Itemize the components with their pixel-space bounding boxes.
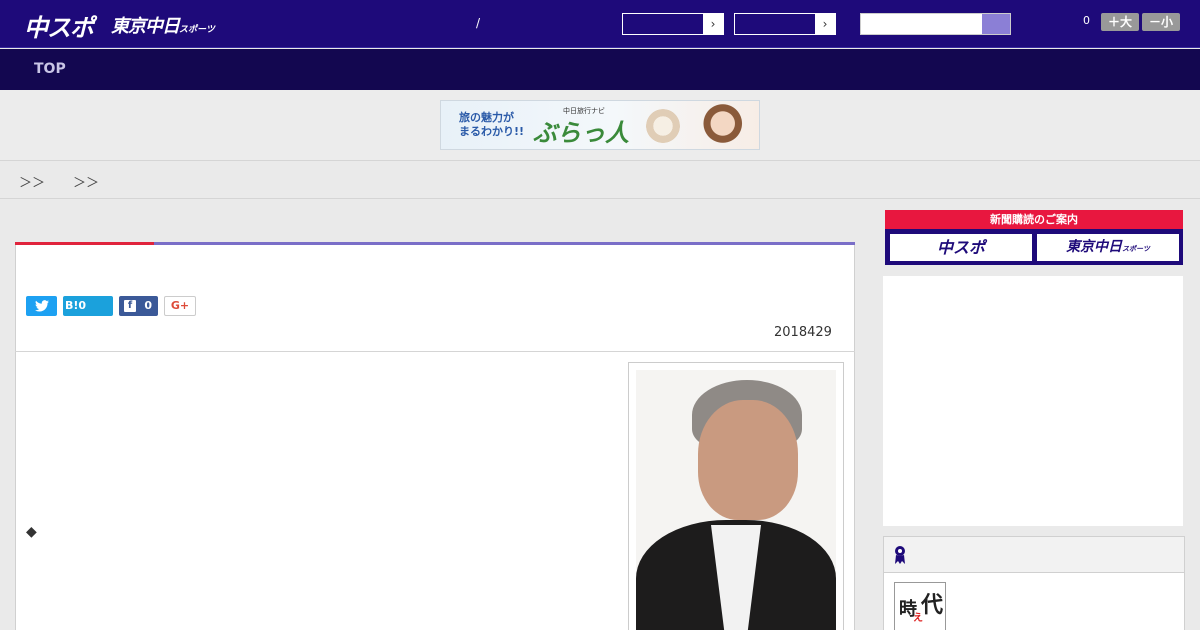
facebook-icon: f	[124, 300, 136, 312]
banner-brand: ぶらっ人	[533, 119, 629, 147]
twitter-share-button[interactable]	[26, 296, 57, 316]
facebook-share-button[interactable]: f 0	[119, 296, 158, 316]
article-divider	[15, 351, 855, 352]
twitter-icon	[34, 300, 49, 312]
header-separator: /	[476, 16, 481, 30]
font-size-counter: 0	[1083, 14, 1090, 27]
shell-image	[646, 109, 680, 143]
hatena-bookmark-button[interactable]: B!0	[63, 296, 113, 316]
subscribe-tokyo-sublabel: スポーツ	[1122, 245, 1150, 253]
ranking-thumb-char-2: 代	[921, 592, 944, 618]
article-photo[interactable]	[628, 362, 844, 630]
tokyo-chunichi-logo[interactable]: 東京中日スポーツ	[111, 12, 215, 38]
ribbon-award-icon	[895, 546, 905, 564]
font-larger-button[interactable]: ＋大	[1101, 13, 1139, 31]
ranking-thumbnail[interactable]: 時 え 代	[894, 582, 946, 630]
breadcrumb-separator: ＞＞	[19, 176, 46, 191]
banner-copy: 旅の魅力が まるわかり!!	[459, 111, 524, 139]
banner-area: 旅の魅力が まるわかり!! 中日旅行ナビ ぶらっ人	[0, 90, 1200, 161]
subscribe-chuspo-button[interactable]: 中スポ	[889, 233, 1033, 262]
google-plus-share-button[interactable]: G+	[164, 296, 196, 316]
search-button[interactable]	[982, 14, 1010, 34]
article-bullet: ◆	[26, 524, 37, 540]
portrait-image	[636, 370, 836, 630]
facebook-share-count: 0	[144, 299, 152, 312]
tokyo-logo-subtext: スポーツ	[179, 25, 215, 35]
tokyo-logo-text: 東京中日	[111, 16, 180, 37]
subscribe-tokyo-chunichi-button[interactable]: 東京中日スポーツ	[1036, 233, 1180, 262]
subscription-box: 新聞購読のご案内 中スポ 東京中日スポーツ	[885, 210, 1183, 265]
search-input[interactable]	[860, 13, 1011, 35]
portrait-face	[698, 400, 798, 520]
nav-item-top[interactable]: TOP	[34, 61, 66, 77]
site-header: 中スポ 東京中日スポーツ / › › 0 ＋大 －小	[0, 0, 1200, 48]
breadcrumb-separator: ＞＞	[73, 176, 100, 191]
hatena-bookmark-label: B!0	[65, 299, 87, 312]
travel-banner-ad[interactable]: 旅の魅力が まるわかり!! 中日旅行ナビ ぶらっ人	[440, 100, 760, 150]
banner-line-2: まるわかり!!	[459, 125, 525, 138]
main-nav: TOP	[0, 49, 1200, 90]
section-select-1[interactable]: ›	[622, 13, 724, 35]
article-date: 2018429	[774, 325, 832, 340]
google-plus-label: G+	[170, 299, 190, 312]
sidebar-ad[interactable]	[883, 276, 1183, 526]
chevron-right-icon[interactable]: ›	[815, 14, 835, 34]
section-select-2[interactable]: ›	[734, 13, 836, 35]
article-top-accent	[15, 242, 154, 245]
ranking-header	[884, 537, 1184, 573]
article-top-line	[15, 242, 855, 245]
subscription-header[interactable]: 新聞購読のご案内	[885, 210, 1183, 229]
ranking-box: 時 え 代	[883, 536, 1185, 630]
chevron-right-icon[interactable]: ›	[703, 14, 723, 34]
breadcrumb: ＞＞ ＞＞	[0, 161, 1200, 199]
font-smaller-button[interactable]: －小	[1142, 13, 1180, 31]
banner-line-1: 旅の魅力が	[459, 111, 514, 124]
chuspo-logo[interactable]: 中スポ	[24, 8, 94, 43]
model-image	[676, 101, 759, 149]
subscribe-tokyo-label: 東京中日	[1066, 239, 1123, 255]
